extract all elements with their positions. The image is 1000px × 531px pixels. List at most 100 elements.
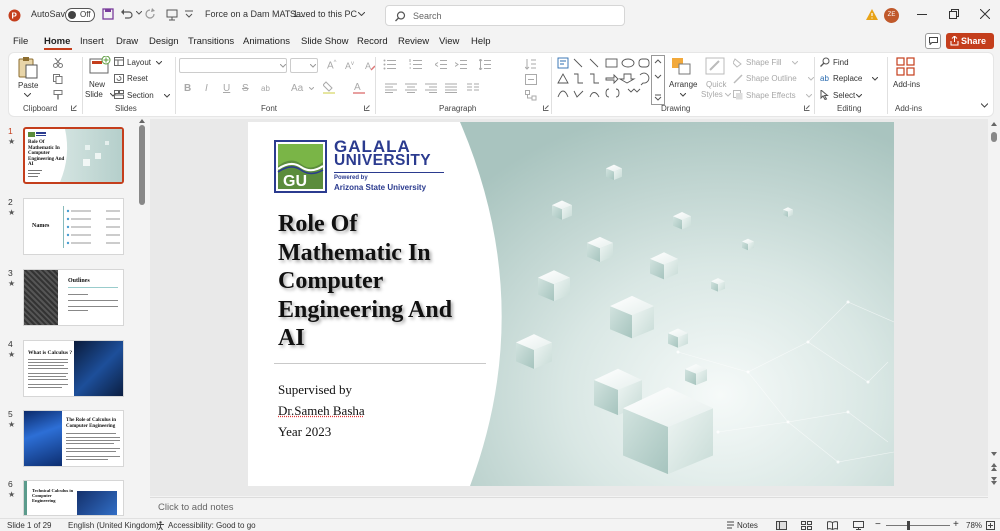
chevron-down-icon[interactable] xyxy=(358,12,365,16)
tab-animations[interactable]: Animations xyxy=(243,36,290,47)
tab-help[interactable]: Help xyxy=(471,36,491,47)
thumbnail-slide-1[interactable]: Role Of Mathematic In Computer Engineeri… xyxy=(23,127,124,184)
select-dropdown-icon[interactable] xyxy=(856,94,862,98)
slide-title[interactable]: Role Of Mathematic In Computer Engineeri… xyxy=(278,210,498,353)
paragraph-launcher-icon[interactable] xyxy=(543,105,549,111)
new-slide-label-2[interactable]: Slide xyxy=(85,90,103,99)
replace-label[interactable]: Replace xyxy=(833,74,862,83)
tab-insert[interactable]: Insert xyxy=(80,36,104,47)
thumbnail-slide-2[interactable]: Names xyxy=(23,198,124,255)
align-left-icon[interactable] xyxy=(385,83,397,93)
language-indicator[interactable]: English (United Kingdom) xyxy=(68,521,159,530)
notes-pane[interactable]: Click to add notes xyxy=(150,497,988,516)
shapes-gallery-scroll[interactable] xyxy=(651,55,665,105)
shape-outline-label[interactable]: Shape Outline xyxy=(746,74,797,83)
new-slide-label-1[interactable]: New xyxy=(89,80,105,89)
new-slide-icon[interactable] xyxy=(89,56,111,76)
shape-fill-icon[interactable] xyxy=(733,58,743,68)
tab-record[interactable]: Record xyxy=(357,36,388,47)
notes-toggle[interactable]: Notes xyxy=(737,521,758,530)
decrease-font-size-icon[interactable]: Av xyxy=(345,61,354,71)
underline-button[interactable]: U xyxy=(223,83,230,94)
select-label[interactable]: Select xyxy=(833,91,855,100)
slide-sorter-icon[interactable] xyxy=(801,521,812,530)
align-right-icon[interactable] xyxy=(425,83,437,93)
tab-design[interactable]: Design xyxy=(149,36,179,47)
redo-icon[interactable] xyxy=(144,8,156,20)
next-slide-icon[interactable] xyxy=(991,477,997,485)
thumbnail-scrollbar[interactable] xyxy=(139,125,145,205)
undo-icon[interactable] xyxy=(120,8,134,20)
character-spacing-button[interactable]: ab xyxy=(261,84,270,93)
shapes-gallery[interactable] xyxy=(556,57,656,101)
font-name-dropdown-icon[interactable] xyxy=(280,64,286,68)
scroll-down-icon[interactable] xyxy=(991,452,997,456)
format-painter-icon[interactable] xyxy=(53,90,63,100)
zoom-slider-track[interactable] xyxy=(886,525,950,526)
zoom-in-button[interactable]: + xyxy=(953,519,959,530)
normal-view-icon[interactable] xyxy=(776,521,787,530)
reset-icon[interactable] xyxy=(114,74,124,83)
text-direction-icon[interactable] xyxy=(525,59,537,70)
comments-button[interactable] xyxy=(925,33,941,49)
presenter-icon[interactable] xyxy=(166,9,178,21)
shape-effects-icon[interactable] xyxy=(733,90,743,100)
font-size-dropdown-icon[interactable] xyxy=(310,64,316,68)
arrange-dropdown-icon[interactable] xyxy=(680,93,686,97)
italic-button[interactable]: I xyxy=(205,83,208,94)
font-color-icon[interactable]: A xyxy=(353,81,365,95)
slide-show-icon[interactable] xyxy=(853,521,864,530)
line-spacing-icon[interactable] xyxy=(479,59,491,70)
close-icon[interactable] xyxy=(980,9,990,19)
layout-dropdown-icon[interactable] xyxy=(156,61,162,65)
clipboard-launcher-icon[interactable] xyxy=(71,105,77,111)
reading-view-icon[interactable] xyxy=(827,521,838,530)
shape-outline-icon[interactable] xyxy=(733,74,743,84)
tab-file[interactable]: File xyxy=(13,36,28,47)
replace-icon[interactable]: ab xyxy=(820,73,831,83)
arrange-icon[interactable] xyxy=(671,57,693,77)
quick-styles-label-2[interactable]: Styles xyxy=(701,90,723,99)
year[interactable]: Year 2023 xyxy=(278,424,331,440)
bullets-icon[interactable] xyxy=(383,59,397,70)
align-text-icon[interactable] xyxy=(525,74,537,85)
paste-label[interactable]: Paste xyxy=(18,81,38,90)
replace-dropdown-icon[interactable] xyxy=(872,77,878,81)
arrange-label[interactable]: Arrange xyxy=(669,80,697,89)
drawing-launcher-icon[interactable] xyxy=(804,105,810,111)
notes-icon[interactable] xyxy=(726,521,735,530)
slide-canvas[interactable]: GU GALALA UNIVERSITY Powered by Arizona … xyxy=(248,122,894,486)
shape-effects-dropdown-icon[interactable] xyxy=(806,94,812,98)
paste-icon[interactable] xyxy=(17,56,39,80)
shape-fill-label[interactable]: Shape Fill xyxy=(746,58,782,67)
cut-icon[interactable] xyxy=(53,58,63,68)
share-button[interactable]: Share xyxy=(946,33,994,49)
tab-transitions[interactable]: Transitions xyxy=(188,36,234,47)
customize-toolbar-icon[interactable] xyxy=(185,10,193,18)
justify-icon[interactable] xyxy=(445,83,457,93)
collapse-ribbon-icon[interactable] xyxy=(981,103,988,108)
zoom-slider-thumb[interactable] xyxy=(907,521,910,530)
align-center-icon[interactable] xyxy=(405,83,417,93)
thumbnail-scroll-up-icon[interactable] xyxy=(139,119,145,123)
quick-styles-label-1[interactable]: Quick xyxy=(706,80,726,89)
layout-icon[interactable] xyxy=(114,57,124,66)
add-ins-label[interactable]: Add-ins xyxy=(893,80,920,89)
layout-label[interactable]: Layout xyxy=(127,58,151,67)
thumbnail-slide-6[interactable]: Technical Calculus in Computer Engineeri… xyxy=(23,480,124,516)
tab-home[interactable]: Home xyxy=(44,36,70,47)
numbering-icon[interactable] xyxy=(409,59,423,70)
supervised-by[interactable]: Supervised by xyxy=(278,382,352,398)
warning-icon[interactable] xyxy=(866,9,878,20)
minimize-icon[interactable] xyxy=(917,14,927,16)
reset-label[interactable]: Reset xyxy=(127,74,148,83)
smartart-icon[interactable] xyxy=(525,90,537,101)
copy-icon[interactable] xyxy=(53,74,63,84)
avatar[interactable]: ZE xyxy=(884,8,899,23)
paste-dropdown-icon[interactable] xyxy=(24,93,31,97)
undo-dropdown-icon[interactable] xyxy=(136,11,142,15)
change-case-button[interactable]: Aa xyxy=(291,83,303,94)
section-label[interactable]: Section xyxy=(127,91,154,100)
quick-styles-icon[interactable] xyxy=(705,57,727,77)
fit-to-window-icon[interactable] xyxy=(986,521,995,530)
